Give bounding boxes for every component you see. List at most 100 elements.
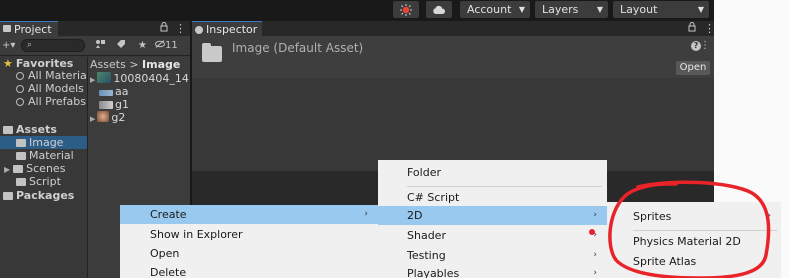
- file-label: g1: [115, 98, 129, 111]
- tab-project-label: Project: [14, 23, 52, 36]
- folder-icon: [3, 192, 13, 200]
- menu-item-label: Playables: [407, 267, 460, 278]
- menu-item-delete[interactable]: Delete: [120, 263, 186, 278]
- label-tag-icon[interactable]: [116, 39, 126, 54]
- menu-item-label: Testing: [407, 249, 446, 262]
- menu-item-folder[interactable]: Folder: [378, 163, 441, 182]
- menu-item-sprites[interactable]: Sprites ›: [607, 207, 781, 226]
- breadcrumb-current[interactable]: Image: [142, 58, 180, 71]
- tree-item-label: Script: [29, 175, 61, 188]
- expand-arrow-icon[interactable]: ▶: [4, 165, 10, 174]
- submenu-arrow-icon: ›: [593, 210, 597, 220]
- create-plus-icon[interactable]: +▾: [2, 39, 15, 53]
- tree-item-image[interactable]: Image: [0, 136, 87, 149]
- tab-inspector[interactable]: Inspector: [192, 21, 262, 36]
- inspector-title: Image (Default Asset): [232, 41, 364, 55]
- layout-dropdown[interactable]: Layout ▼: [613, 1, 709, 18]
- tree-item-label: Material: [29, 149, 74, 162]
- main-toolbar: Account ▼ Layers ▼ Layout ▼: [0, 0, 789, 21]
- context-menu: Create › Show in Explorer Open Delete: [120, 205, 378, 278]
- menu-item-open[interactable]: Open: [120, 244, 179, 263]
- search-input[interactable]: ⌕: [21, 39, 85, 52]
- favorites-item-all-materials[interactable]: All Materia: [0, 69, 87, 82]
- search-by-type-icon[interactable]: [95, 39, 106, 54]
- kebab-menu-icon[interactable]: ⋮: [175, 21, 186, 36]
- image-thumbnail-icon: [99, 101, 113, 109]
- project-toolbar: +▾ ⌕ ★ 11: [0, 36, 190, 56]
- menu-item-label: Create: [150, 208, 187, 221]
- tree-item-material[interactable]: Material: [0, 149, 74, 162]
- kebab-menu-icon[interactable]: ⋮: [700, 40, 710, 51]
- tree-item-script[interactable]: Script: [0, 175, 61, 188]
- expand-arrow-icon[interactable]: ▶: [90, 115, 95, 123]
- menu-item-label: Shader: [407, 229, 446, 242]
- menu-item-label: Sprites: [633, 210, 672, 223]
- inspector-panel: Inspector ⋮ Image (Default Asset) ? ⋮ Op…: [192, 21, 715, 171]
- file-label: aa: [115, 85, 129, 98]
- tree-item-label: All Models: [28, 82, 84, 95]
- favorite-star-icon[interactable]: ★: [138, 39, 147, 53]
- menu-item-playables[interactable]: Playables ›: [378, 264, 607, 278]
- open-button[interactable]: Open: [676, 61, 710, 75]
- favorites-item-all-prefabs[interactable]: All Prefabs: [0, 95, 86, 108]
- menu-item-csharp-script[interactable]: C# Script: [378, 188, 459, 207]
- file-item-g1[interactable]: g1: [99, 98, 129, 111]
- menu-item-2d[interactable]: 2D ›: [378, 206, 607, 225]
- breadcrumb-assets[interactable]: Assets: [90, 58, 126, 71]
- info-icon: [195, 26, 203, 34]
- tab-inspector-label: Inspector: [206, 23, 258, 36]
- menu-separator: [407, 186, 602, 187]
- assets-header[interactable]: Assets: [0, 123, 57, 136]
- layers-dropdown[interactable]: Layers ▼: [535, 1, 608, 18]
- file-item-g2[interactable]: ▶ g2: [88, 111, 125, 124]
- search-icon: [16, 98, 24, 106]
- folder-icon: [16, 178, 26, 186]
- menu-item-sprite-atlas[interactable]: Sprite Atlas: [607, 252, 696, 271]
- kebab-menu-icon[interactable]: ⋮: [704, 21, 715, 36]
- inspector-tabbar: Inspector ⋮: [192, 21, 715, 36]
- menu-item-shader[interactable]: Shader ›: [378, 226, 607, 245]
- menu-item-testing[interactable]: Testing ›: [378, 246, 607, 265]
- file-label: 10080404_14: [113, 72, 189, 85]
- menu-item-label: Open: [150, 247, 180, 260]
- submenu-arrow-icon: ›: [767, 211, 771, 221]
- tab-project[interactable]: Project: [0, 21, 58, 36]
- search-icon: [16, 72, 24, 80]
- lock-icon[interactable]: [160, 21, 168, 36]
- cloud-button[interactable]: [426, 1, 452, 18]
- menu-item-label: 2D: [407, 209, 423, 222]
- expand-arrow-icon[interactable]: ▶: [90, 76, 95, 84]
- menu-item-label: Folder: [407, 166, 441, 179]
- breadcrumb-separator: >: [129, 58, 139, 71]
- menu-item-show-in-explorer[interactable]: Show in Explorer: [120, 225, 243, 244]
- menu-item-label: Sprite Atlas: [633, 255, 697, 268]
- tree-item-label: All Prefabs: [28, 95, 86, 108]
- menu-item-create[interactable]: Create ›: [120, 205, 378, 224]
- tree-item-scenes[interactable]: ▶ Scenes: [0, 162, 65, 175]
- account-dropdown[interactable]: Account ▼: [460, 1, 530, 18]
- lock-icon[interactable]: [688, 21, 696, 36]
- favorites-item-all-models[interactable]: All Models: [0, 82, 84, 95]
- menu-item-label: C# Script: [407, 191, 460, 204]
- project-folder-icon: [3, 25, 11, 32]
- tree-item-label: Image: [29, 136, 64, 149]
- submenu-arrow-icon: ›: [593, 230, 597, 240]
- file-item-10080404[interactable]: ▶ 10080404_14: [88, 72, 189, 85]
- inspector-header: Image (Default Asset) ? ⋮ Open: [192, 36, 714, 78]
- folder-icon: [202, 43, 222, 62]
- packages-label: Packages: [16, 189, 75, 202]
- menu-item-label: Delete: [150, 266, 187, 278]
- folder-icon: [13, 165, 24, 173]
- hidden-packages-icon[interactable]: 11: [155, 39, 178, 53]
- packages-header[interactable]: Packages: [0, 189, 74, 202]
- menu-item-label: Physics Material 2D: [633, 235, 741, 248]
- image-thumbnail-icon: [99, 90, 113, 96]
- file-item-aa[interactable]: aa: [99, 85, 128, 98]
- collab-button[interactable]: [393, 1, 419, 18]
- search-icon: ⌕: [27, 40, 33, 50]
- search-icon: [16, 85, 24, 93]
- menu-item-physics-material-2d[interactable]: Physics Material 2D: [607, 232, 741, 251]
- file-label: g2: [111, 111, 126, 124]
- image-thumbnail-icon: [97, 72, 112, 83]
- create-submenu: Folder C# Script 2D › Shader › Testing ›…: [378, 160, 607, 278]
